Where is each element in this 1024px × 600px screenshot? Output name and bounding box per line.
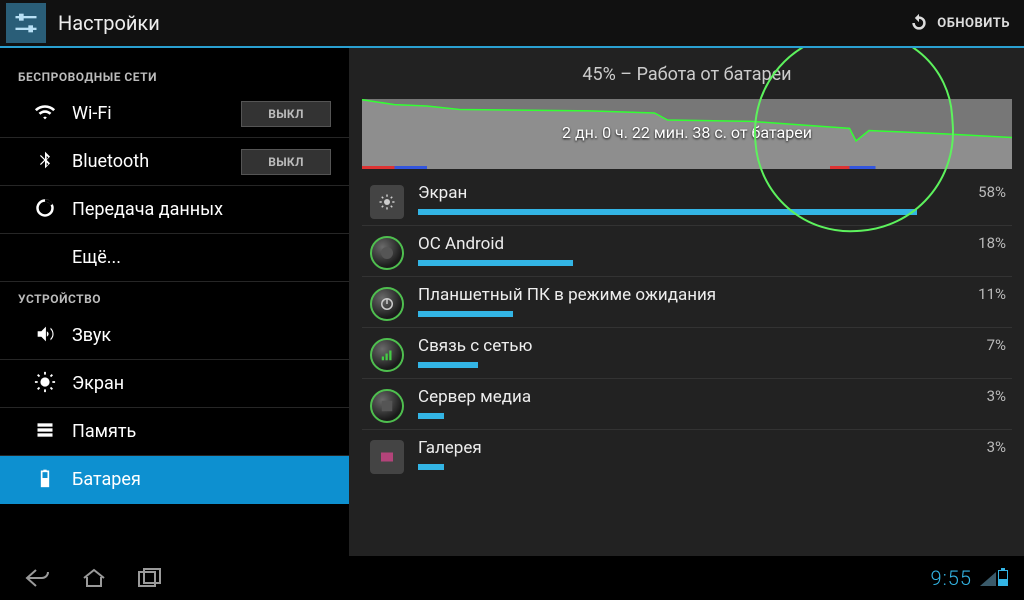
usage-label: ОС Android [418, 234, 956, 254]
home-icon [81, 567, 107, 589]
battery-icon [32, 468, 58, 492]
android-icon [370, 236, 404, 270]
sidebar-item-label: Wi-Fi [72, 103, 241, 124]
usage-bar [418, 209, 917, 215]
brightness-icon [370, 185, 404, 219]
bluetooth-toggle[interactable]: ВЫКЛ [241, 149, 331, 175]
sidebar-item-data-usage[interactable]: Передача данных [0, 186, 349, 234]
sidebar-item-label: Звук [72, 325, 331, 346]
gallery-icon [370, 440, 404, 474]
bluetooth-icon [32, 150, 58, 174]
status-icons [980, 570, 1008, 586]
usage-bar [418, 362, 478, 368]
usage-label: Сервер медиа [418, 387, 956, 407]
sidebar-item-label: Батарея [72, 469, 331, 490]
page-title: Настройки [58, 11, 160, 35]
recents-icon [137, 568, 163, 588]
usage-label: Галерея [418, 438, 956, 458]
refresh-label: ОБНОВИТЬ [937, 16, 1010, 31]
sidebar-item-label: Экран [72, 373, 331, 394]
data-usage-icon [32, 198, 58, 222]
sound-icon [32, 323, 58, 349]
settings-sidebar: БЕСПРОВОДНЫЕ СЕТИ Wi-Fi ВЫКЛ Bluetooth В… [0, 48, 350, 556]
sidebar-item-bluetooth[interactable]: Bluetooth ВЫКЛ [0, 138, 349, 186]
usage-percent: 3% [956, 436, 1006, 456]
usage-bar [418, 311, 513, 317]
sidebar-item-label: Ещё... [72, 247, 331, 268]
recents-button[interactable] [122, 556, 178, 600]
usage-bar [418, 464, 444, 470]
settings-app-icon [6, 3, 46, 43]
usage-percent: 18% [956, 232, 1006, 252]
usage-label: Связь с сетью [418, 336, 956, 356]
sidebar-item-sound[interactable]: Звук [0, 312, 349, 360]
section-header: УСТРОЙСТВО [0, 282, 349, 312]
usage-row[interactable]: Экран58% [362, 175, 1012, 226]
section-header: БЕСПРОВОДНЫЕ СЕТИ [0, 60, 349, 90]
usage-percent: 58% [956, 181, 1006, 201]
action-bar: Настройки ОБНОВИТЬ [0, 0, 1024, 48]
usage-percent: 3% [956, 385, 1006, 405]
sidebar-item-storage[interactable]: Память [0, 408, 349, 456]
battery-status-icon [998, 570, 1008, 586]
signal-icon [980, 572, 996, 586]
back-button[interactable] [10, 556, 66, 600]
sidebar-item-display[interactable]: Экран [0, 360, 349, 408]
battery-status-title: 45% – Работа от батареи [362, 56, 1012, 99]
battery-history-chart[interactable]: 2 дн. 0 ч. 22 мин. 38 с. от батареи [362, 99, 1012, 169]
wifi-toggle[interactable]: ВЫКЛ [241, 101, 331, 127]
usage-label: Экран [418, 183, 956, 203]
refresh-button[interactable]: ОБНОВИТЬ [895, 0, 1024, 46]
usage-row[interactable]: Планшетный ПК в режиме ожидания11% [362, 277, 1012, 328]
usage-bar [418, 413, 444, 419]
sidebar-item-label: Bluetooth [72, 151, 241, 172]
storage-icon [32, 420, 58, 444]
battery-duration-label: 2 дн. 0 ч. 22 мин. 38 с. от батареи [362, 123, 1012, 142]
home-button[interactable] [66, 556, 122, 600]
usage-percent: 11% [956, 283, 1006, 303]
sidebar-item-battery[interactable]: Батарея [0, 456, 349, 504]
media-icon [370, 389, 404, 423]
usage-row[interactable]: Галерея3% [362, 430, 1012, 480]
system-nav-bar: 9:55 [0, 556, 1024, 600]
standby-icon [370, 287, 404, 321]
sidebar-item-more[interactable]: Ещё... [0, 234, 349, 282]
sidebar-item-label: Передача данных [72, 199, 331, 220]
usage-row[interactable]: Связь с сетью7% [362, 328, 1012, 379]
usage-bar [418, 260, 573, 266]
usage-row[interactable]: Сервер медиа3% [362, 379, 1012, 430]
network-icon [370, 338, 404, 372]
brightness-icon [32, 371, 58, 397]
wifi-icon [32, 101, 58, 127]
usage-label: Планшетный ПК в режиме ожидания [418, 285, 956, 305]
back-icon [24, 567, 52, 589]
usage-percent: 7% [956, 334, 1006, 354]
sidebar-item-label: Память [72, 421, 331, 442]
clock: 9:55 [931, 566, 972, 590]
battery-usage-list: Экран58%ОС Android18%Планшетный ПК в реж… [362, 175, 1012, 480]
refresh-icon [909, 13, 929, 33]
battery-detail-pane: 45% – Работа от батареи 2 дн. 0 ч. 22 ми… [350, 48, 1024, 556]
usage-row[interactable]: ОС Android18% [362, 226, 1012, 277]
sidebar-item-wifi[interactable]: Wi-Fi ВЫКЛ [0, 90, 349, 138]
